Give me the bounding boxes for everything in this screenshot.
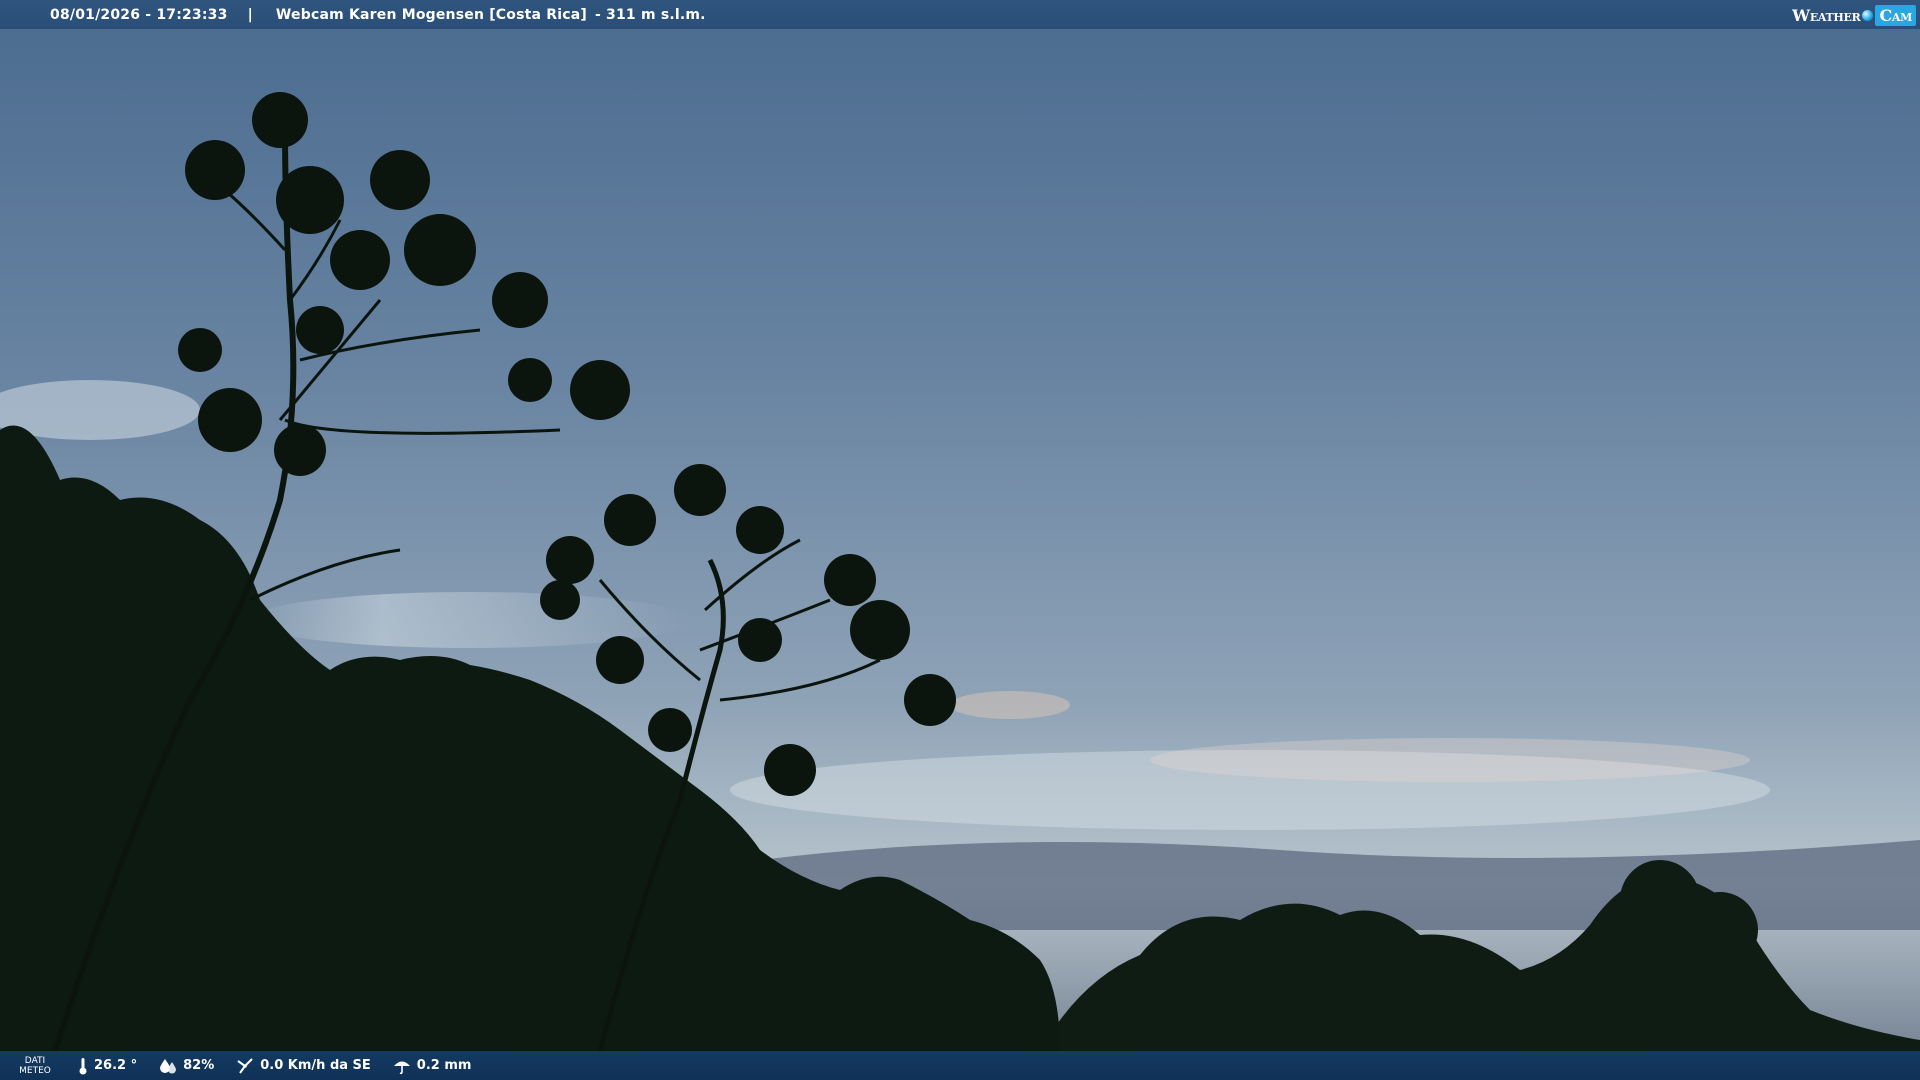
wind-value: 0.0 Km/h da SE [260,1058,371,1073]
temperature-reading: 26.2 ° [78,1057,137,1075]
logo-cam: Cam [1875,4,1916,26]
rain-umbrella-icon [393,1061,410,1074]
webcam-title: Webcam Karen Mogensen [Costa Rica] [275,6,587,23]
rain-value: 0.2 mm [416,1058,472,1073]
cloud-band [1150,738,1750,782]
dati-meteo-label: DATI METEO [14,1056,56,1076]
webcam-view: 08/01/2026 - 17:23:33 | Webcam Karen Mog… [0,0,1920,1080]
separator: | [247,6,253,23]
label-line-1: DATI [24,1055,46,1066]
thermometer-icon [79,1057,87,1074]
elevation: - 311 m s.l.m. [594,6,706,23]
label-line-2: METEO [19,1065,51,1076]
header-bar: 08/01/2026 - 17:23:33 | Webcam Karen Mog… [0,0,1920,29]
timestamp: 08/01/2026 - 17:23:33 [50,6,228,23]
weathercam-logo: Weather Cam [1792,4,1916,26]
humidity-reading: 82% [159,1058,214,1074]
weather-data-bar: DATI METEO 26.2 ° 82% 0.0 Km/h da SE 0.2… [0,1051,1920,1080]
webcam-scene [0,0,1920,1080]
wind-icon [237,1057,253,1074]
wind-reading: 0.0 Km/h da SE [236,1057,371,1075]
temperature-value: 26.2 ° [94,1058,138,1073]
logo-word: Weather [1792,5,1861,25]
humidity-value: 82% [183,1058,215,1073]
humidity-drop-icon [160,1058,177,1073]
pink-cloud [950,691,1070,719]
logo-globe-icon [1862,9,1874,21]
rain-reading: 0.2 mm [393,1057,472,1075]
